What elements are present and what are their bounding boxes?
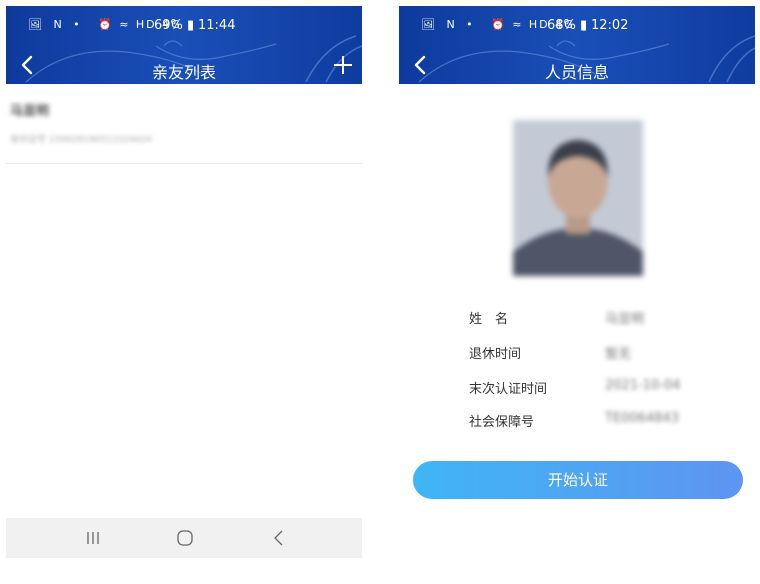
app-header: 🖼 N • ⏰ ≈ HD 4G 68% ▮ 12:02 人员信息 — [399, 6, 755, 84]
info-label: 社会保障号 — [469, 415, 535, 430]
start-authentication-button[interactable]: 开始认证 — [413, 461, 743, 499]
nav-back-button[interactable] — [264, 526, 294, 550]
status-icons-left: 🖼 N • — [421, 18, 477, 31]
page-title: 人员信息 — [544, 63, 609, 82]
info-label: 末次认证时间 — [469, 382, 548, 397]
status-time: 11:44 — [198, 18, 236, 33]
home-icon — [177, 530, 193, 546]
info-value: 马显明 — [605, 312, 645, 327]
info-label: 退休时间 — [469, 347, 522, 362]
home-button[interactable] — [170, 526, 200, 550]
status-bar: 🖼 N • ⏰ ≈ HD 4G 68% ▮ 12:02 — [399, 18, 755, 36]
info-value: TE0064843 — [605, 411, 680, 426]
info-label: 姓 名 — [469, 312, 509, 327]
recents-button[interactable] — [78, 526, 108, 550]
app-header: 🖼 N • ⏰ ≈ HD 4G 69% ▮ 11:44 亲友列表 — [6, 6, 362, 84]
person-info-screen: 🖼 N • ⏰ ≈ HD 4G 68% ▮ 12:02 人员信息 姓 名 马显明… — [399, 6, 755, 558]
info-row-name: 姓 名 马显明 — [399, 308, 755, 330]
person-photo — [513, 120, 643, 276]
list-item-id: 身份证号 150029190512224424 — [10, 135, 152, 145]
status-time: 12:02 — [591, 18, 629, 33]
list-item[interactable]: 马显明 身份证号 150029190512224424 — [6, 84, 362, 164]
info-row-last-auth: 末次认证时间 2021-10-04 — [399, 378, 755, 400]
system-nav-bar — [6, 518, 362, 558]
status-icons-left: 🖼 N • — [28, 18, 84, 31]
recents-icon — [87, 532, 99, 544]
page-title: 亲友列表 — [151, 63, 216, 82]
info-row-retire-time: 退休时间 暂无 — [399, 343, 755, 365]
list-item-name: 马显明 — [10, 104, 50, 119]
info-row-social-security: 社会保障号 TE0064843 — [399, 411, 755, 433]
back-icon — [274, 530, 283, 546]
battery-level: 69% ▮ — [154, 18, 195, 33]
info-value: 暂无 — [605, 347, 632, 362]
status-bar: 🖼 N • ⏰ ≈ HD 4G 69% ▮ 11:44 — [6, 18, 362, 36]
battery-level: 68% ▮ — [547, 18, 588, 33]
friends-list: 马显明 身份证号 150029190512224424 — [6, 84, 362, 164]
friends-list-screen: 🖼 N • ⏰ ≈ HD 4G 69% ▮ 11:44 亲友列表 马显明 身份证… — [6, 6, 362, 558]
portrait-image — [513, 120, 643, 276]
info-value: 2021-10-04 — [605, 378, 681, 393]
plus-icon — [334, 56, 352, 74]
add-button[interactable] — [328, 50, 358, 80]
